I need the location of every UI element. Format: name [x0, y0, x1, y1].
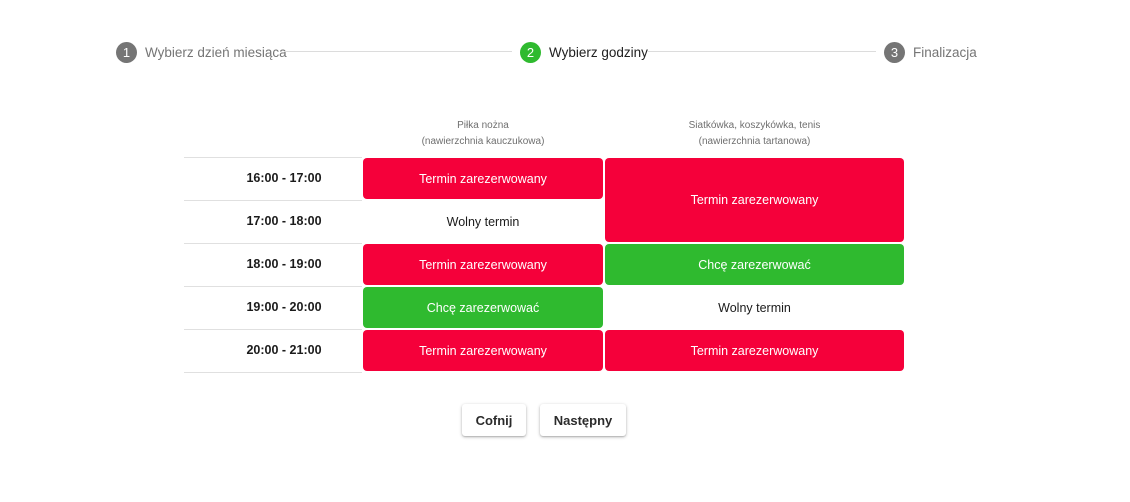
slot-reserved: Termin zarezerwowany — [363, 330, 603, 371]
step-2-label: Wybierz godziny — [549, 44, 648, 60]
stepper-connector-2 — [648, 51, 876, 52]
time-slot-label: 16:00 - 17:00 — [246, 171, 322, 185]
step-3[interactable]: 3 Finalizacja — [884, 41, 977, 63]
row-divider — [184, 286, 362, 287]
step-3-label: Finalizacja — [913, 44, 977, 60]
column-header-football-subtitle: (nawierzchnia kauczukowa) — [421, 136, 545, 147]
slot-free[interactable]: Wolny termin — [363, 201, 603, 242]
row-divider — [184, 372, 362, 373]
next-button[interactable]: Następny — [540, 404, 626, 436]
step-1-number: 1 — [116, 41, 137, 63]
slot-reserved: Termin zarezerwowany — [363, 158, 603, 199]
slot-book-button[interactable]: Chcę zarezerwować — [605, 244, 904, 285]
slot-free[interactable]: Wolny termin — [605, 287, 904, 328]
column-header-multisport-subtitle: (nawierzchnia tartanowa) — [698, 136, 811, 147]
slot-reserved: Termin zarezerwowany — [363, 244, 603, 285]
column-header-football-name: Piłka nożna — [457, 120, 509, 131]
slot-book-button[interactable]: Chcę zarezerwować — [363, 287, 603, 328]
row-divider — [184, 157, 362, 158]
stepper: 1 Wybierz dzień miesiąca 2 Wybierz godzi… — [0, 0, 1130, 100]
row-divider — [184, 243, 362, 244]
time-slot-label: 19:00 - 20:00 — [246, 300, 322, 314]
back-button[interactable]: Cofnij — [462, 404, 526, 436]
stepper-connector-1 — [284, 51, 512, 52]
column-header-football: Piłka nożna (nawierzchnia kauczukowa) — [363, 118, 603, 150]
step-3-number: 3 — [884, 41, 905, 63]
row-divider — [184, 200, 362, 201]
column-header-multisport: Siatkówka, koszykówka, tenis (nawierzchn… — [605, 118, 904, 150]
time-slot-label: 20:00 - 21:00 — [246, 343, 322, 357]
step-1-label: Wybierz dzień miesiąca — [145, 44, 287, 60]
step-2[interactable]: 2 Wybierz godziny — [520, 41, 648, 63]
slot-reserved: Termin zarezerwowany — [605, 330, 904, 371]
time-slot-label: 17:00 - 18:00 — [246, 214, 322, 228]
step-2-number: 2 — [520, 41, 541, 63]
step-1[interactable]: 1 Wybierz dzień miesiąca — [116, 41, 287, 63]
slot-reserved: Termin zarezerwowany — [605, 158, 904, 242]
column-header-multisport-name: Siatkówka, koszykówka, tenis — [688, 120, 821, 131]
time-slot-label: 18:00 - 19:00 — [246, 257, 322, 271]
row-divider — [184, 329, 362, 330]
